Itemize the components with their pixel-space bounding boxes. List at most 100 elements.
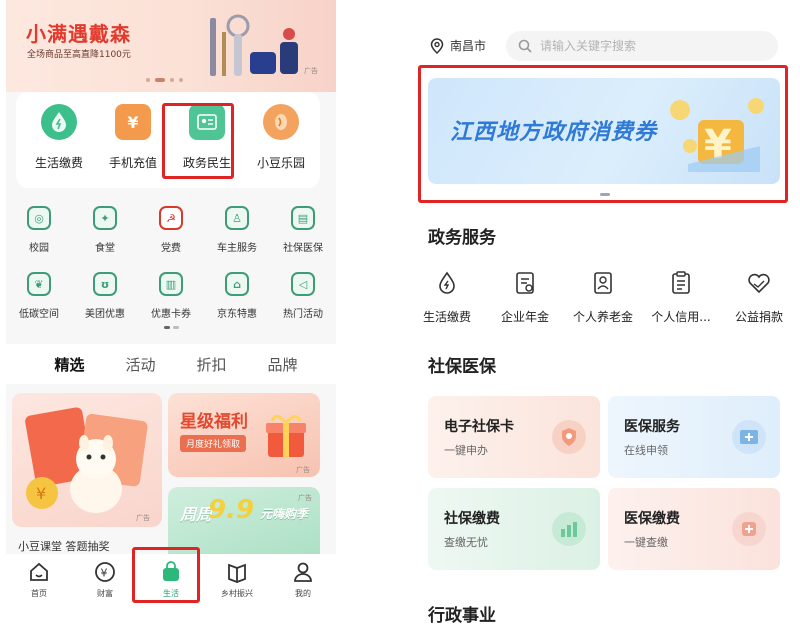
grid-label: 社保医保 — [283, 243, 323, 254]
grid-item-coupons[interactable]: ▥ 优惠卡券 — [138, 272, 204, 320]
nav-wealth[interactable]: ¥ 财富 — [72, 554, 138, 631]
tab-activities[interactable]: 活动 — [125, 354, 155, 375]
app-mobile-topup[interactable]: ¥ 手机充值 — [98, 104, 168, 171]
nav-rural[interactable]: 乡村振兴 — [204, 554, 270, 631]
gov-services-row: 生活缴费 企业年金 个人养老金 个人信用... 公益捐款 — [408, 268, 800, 325]
personal-pension-icon — [588, 268, 618, 298]
nav-home[interactable]: 首页 — [6, 554, 72, 631]
tab-discounts[interactable]: 折扣 — [196, 354, 226, 375]
quick-grid-row-2: ❦ 低碳空间 ʊ 美团优惠 ▥ 优惠卡券 ⌂ 京东特惠 ◁ 热门活动 — [6, 272, 336, 320]
section-title-admin: 行政事业 — [428, 606, 496, 626]
megaphone-icon: ◁ — [291, 272, 315, 296]
search-input[interactable] — [540, 39, 760, 53]
promo-card-quiz[interactable]: ¥ 广告 — [12, 393, 162, 527]
tile-title: 社保缴费 — [444, 511, 500, 527]
banner-subtitle: 全场商品至高直降1100元 — [27, 50, 131, 60]
grid-label: 美团优惠 — [85, 309, 125, 320]
tile-title: 医保服务 — [624, 419, 680, 435]
service-life-payment[interactable]: 生活缴费 — [408, 268, 486, 325]
left-phone-screen: 小满遇戴森 全场商品至高直降1100元 广告 生活缴费 ¥ 手机充值 政务民生 … — [6, 0, 336, 631]
shopping-bag-icon: ⌂ — [225, 272, 249, 296]
highlight-box-life-tab — [132, 547, 200, 603]
location-label: 南昌市 — [450, 39, 487, 53]
search-bar[interactable] — [506, 31, 778, 61]
svg-text:¥: ¥ — [36, 484, 46, 503]
svg-text:¥: ¥ — [101, 567, 108, 580]
tile-subtitle: 在线申领 — [624, 444, 668, 457]
grid-item-car-owner[interactable]: ♙ 车主服务 — [204, 206, 270, 254]
grid-label: 食堂 — [95, 243, 115, 254]
tile-social-payment[interactable]: 社保缴费 查缴无忧 — [428, 488, 600, 570]
book-icon — [225, 560, 249, 584]
tab-featured[interactable]: 精选 — [54, 354, 85, 378]
tile-e-social-card[interactable]: 电子社保卡 一键申办 — [428, 396, 600, 478]
grid-label: 热门活动 — [283, 309, 323, 320]
water-drop-icon — [41, 104, 77, 140]
nav-mine[interactable]: 我的 — [270, 554, 336, 631]
app-label: 生活缴费 — [34, 156, 83, 170]
tile-title: 电子社保卡 — [444, 419, 514, 435]
water-drop-outline-icon — [432, 268, 462, 298]
grid-item-campus[interactable]: ◎ 校园 — [6, 206, 72, 254]
grid-label: 优惠卡券 — [151, 309, 191, 320]
enterprise-pension-icon — [510, 268, 540, 298]
gift-box-icon — [266, 415, 306, 457]
nav-label: 首页 — [31, 589, 47, 598]
promo-title: 星级福利 — [180, 412, 248, 432]
app-label: 小豆乐园 — [256, 156, 305, 170]
tile-medical-payment[interactable]: 医保缴费 一键查缴 — [608, 488, 780, 570]
banner-title: 小满遇戴森 — [26, 22, 131, 46]
app-xiaodou-park[interactable]: 小豆乐园 — [246, 104, 316, 171]
ad-tag: 广告 — [304, 67, 318, 75]
grid-label: 党费 — [161, 243, 181, 254]
service-enterprise-pension[interactable]: 企业年金 — [486, 268, 564, 325]
ad-tag: 广告 — [296, 466, 310, 474]
credit-report-icon — [666, 268, 696, 298]
bean-icon — [263, 104, 299, 140]
service-personal-credit[interactable]: 个人信用... — [642, 268, 720, 325]
search-icon — [518, 39, 532, 53]
grid-item-low-carbon[interactable]: ❦ 低碳空间 — [6, 272, 72, 320]
service-label: 个人信用... — [651, 310, 711, 324]
service-label: 生活缴费 — [422, 310, 471, 324]
promo-suffix: 元嗨购季 — [260, 507, 309, 521]
promo-caption-quiz: 小豆课堂 答题抽奖 — [18, 540, 110, 553]
grid-item-canteen[interactable]: ✦ 食堂 — [72, 206, 138, 254]
tile-medical-service[interactable]: 医保服务 在线申领 — [608, 396, 780, 478]
nav-label: 乡村振兴 — [221, 589, 253, 598]
tile-subtitle: 一键查缴 — [624, 536, 668, 549]
grid-item-social-insurance[interactable]: ▤ 社保医保 — [270, 206, 336, 254]
home-icon — [27, 560, 51, 584]
canteen-icon: ✦ — [93, 206, 117, 230]
banner-carousel-dots — [146, 78, 183, 82]
grid-item-jd-deals[interactable]: ⌂ 京东特惠 — [204, 272, 270, 320]
content-tabs: 精选 活动 折扣 品牌 — [6, 344, 336, 384]
social-insurance-icon: ▤ — [291, 206, 315, 230]
payment-chart-icon — [552, 512, 586, 546]
medical-payment-icon — [732, 512, 766, 546]
tile-subtitle: 查缴无忧 — [444, 536, 488, 549]
tab-brands[interactable]: 品牌 — [267, 354, 297, 375]
nav-label: 我的 — [295, 589, 311, 598]
dyson-products-image — [210, 14, 298, 76]
service-personal-pension[interactable]: 个人养老金 — [564, 268, 642, 325]
ad-tag: 广告 — [136, 514, 150, 522]
grid-item-hot-events[interactable]: ◁ 热门活动 — [270, 272, 336, 320]
wealth-icon: ¥ — [93, 560, 117, 584]
ad-tag: 广告 — [298, 494, 312, 502]
leaf-icon: ❦ — [27, 272, 51, 296]
car-owner-icon: ♙ — [225, 206, 249, 230]
app-life-payment[interactable]: 生活缴费 — [24, 104, 94, 171]
dyson-promo-banner[interactable]: 小满遇戴森 全场商品至高直降1100元 广告 — [6, 0, 336, 92]
grid-item-meituan[interactable]: ʊ 美团优惠 — [72, 272, 138, 320]
service-label: 企业年金 — [500, 310, 549, 324]
grid-item-party-fee[interactable]: ☭ 党费 — [138, 206, 204, 254]
location-selector[interactable]: 南昌市 — [430, 37, 486, 54]
mascot-illustration: ¥ — [25, 407, 148, 513]
party-icon: ☭ — [159, 206, 183, 230]
highlight-box-gov-services — [162, 103, 234, 179]
service-label: 个人养老金 — [572, 310, 633, 324]
yuan-icon: ¥ — [115, 104, 151, 140]
service-charity[interactable]: 公益捐款 — [720, 268, 798, 325]
promo-card-star-welfare[interactable]: 星级福利 月度好礼领取 广告 — [168, 393, 320, 477]
